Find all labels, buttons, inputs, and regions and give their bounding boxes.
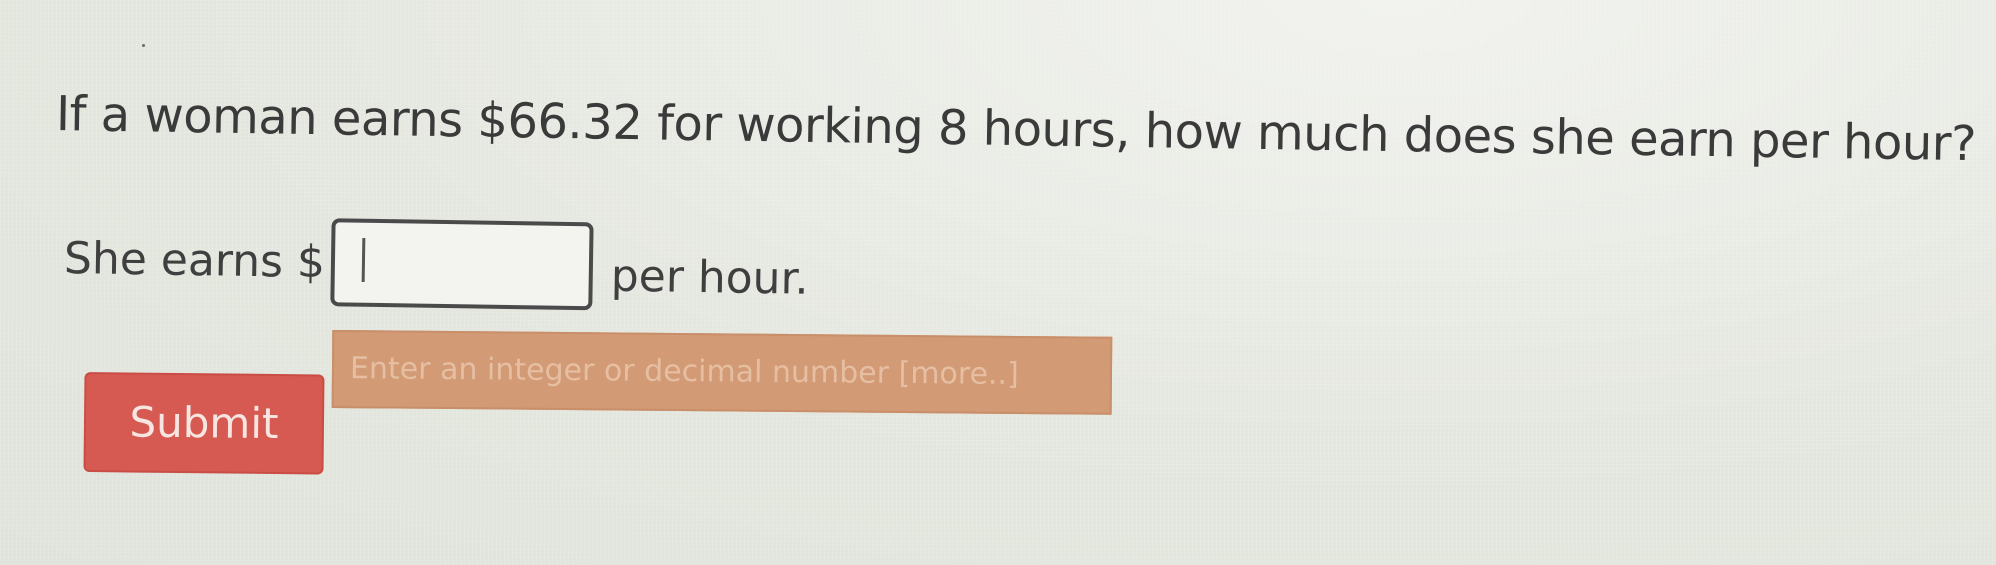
answer-suffix: per hour.: [610, 250, 809, 305]
question-text: If a woman earns $66.32 for working 8 ho…: [55, 86, 1977, 173]
answer-row: She earns $ per hour.: [63, 214, 809, 314]
submit-button[interactable]: Submit: [83, 372, 325, 475]
input-hint-tooltip[interactable]: Enter an integer or decimal number [more…: [331, 330, 1113, 415]
answer-prefix: She earns $: [63, 232, 326, 288]
answer-input[interactable]: [330, 218, 594, 311]
decorative-dot: [142, 44, 145, 47]
